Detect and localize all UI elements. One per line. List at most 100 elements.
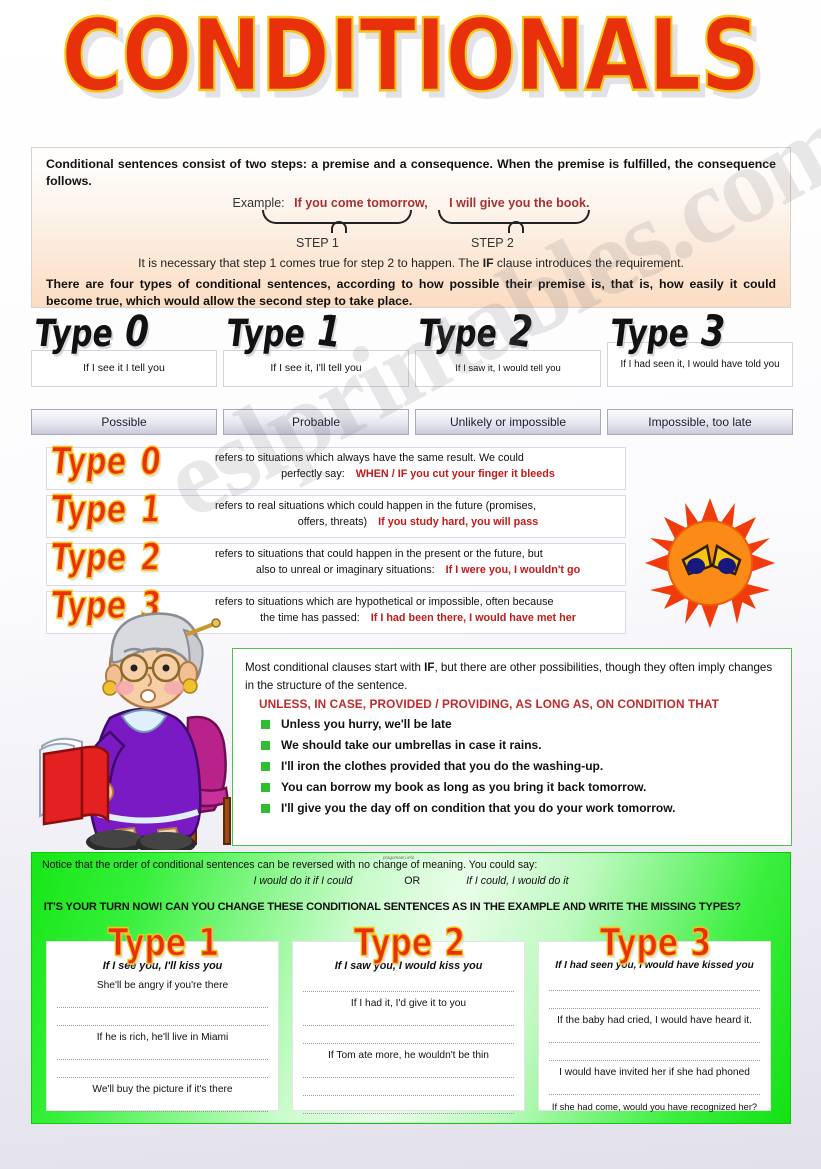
intro-note-b: clause introduces the requirement. (493, 256, 684, 271)
type-heading-0: Type 0 (32, 306, 154, 359)
answer-blank[interactable] (57, 1098, 268, 1112)
answer-blank[interactable] (303, 1030, 514, 1044)
unless-lead-a: Most conditional clauses start with (245, 661, 425, 674)
unless-item-3: You can borrow my book as long as you br… (281, 779, 647, 794)
type-word-0: Type (32, 312, 116, 356)
step2-label: STEP 2 (471, 236, 514, 251)
other-conjunctions-panel: Most conditional clauses start with IF, … (232, 648, 792, 846)
page-title: CONDITIONALS (60, 0, 761, 115)
example-label: Example: (232, 196, 285, 211)
exercise-column-type1: Type 1 If I see you, I'll kiss you She'll… (46, 920, 279, 1112)
explanation-num-1: 1 (138, 486, 164, 532)
exercise-sentence: If I had it, I'd give it to you (350, 998, 467, 1009)
intro-note-a: It is necessary that step 1 comes true f… (138, 256, 483, 271)
answer-blank[interactable] (549, 995, 760, 1009)
type-heading-3: Type 3 (608, 306, 730, 359)
list-item: We should take our umbrellas in case it … (245, 738, 779, 752)
intro-example-row: Example: If you come tomorrow, I will gi… (46, 196, 776, 210)
answer-blank[interactable] (57, 1064, 268, 1078)
practice-section: Notice that the order of conditional sen… (31, 852, 791, 1124)
unless-keywords: UNLESS, IN CASE, PROVIDED / PROVIDING, A… (259, 696, 719, 711)
explanation-text-0: refers to situations which always have t… (215, 451, 621, 482)
square-bullet-icon (261, 782, 270, 792)
answer-blank[interactable] (549, 1029, 760, 1043)
exercise-model-2: If I had seen you, I would have kissed y… (555, 960, 754, 971)
example-step1-text: If you come tomorrow, (294, 196, 428, 211)
step1-label: STEP 1 (296, 236, 339, 251)
exercise-model-1: If I saw you, I would kiss you (334, 960, 483, 972)
exercise-sentence: If she had come, would you have recogniz… (551, 1102, 758, 1112)
answer-blank[interactable] (303, 1012, 514, 1026)
explanation-type-2: Type 2 (48, 534, 214, 580)
answer-blank[interactable] (303, 1082, 514, 1096)
unless-item-1: We should take our umbrellas in case it … (281, 737, 542, 752)
angry-sun-icon (645, 498, 775, 628)
explanation-num-0: 0 (138, 438, 164, 484)
intro-note: It is necessary that step 1 comes true f… (46, 256, 776, 270)
unless-item-2: I'll iron the clothes provided that you … (281, 758, 604, 773)
answer-blank[interactable] (57, 1046, 268, 1060)
brace-step1 (262, 210, 412, 234)
exercise-columns: Type 1 If I see you, I'll kiss you She'll… (46, 919, 778, 1114)
explanation-num-2: 2 (138, 534, 164, 580)
explanation-example-0: WHEN / IF you cut your finger it bleeds (355, 467, 555, 480)
page-title-container: CONDITIONALS (0, 5, 821, 107)
example-step2-text: I will give you the book. (449, 196, 590, 211)
exercise-sentence: If he is rich, he'll live in Miami (96, 1032, 229, 1043)
unless-lead: Most conditional clauses start with IF, … (245, 659, 779, 695)
square-bullet-icon (261, 803, 270, 813)
type-heading-2: Type 2 (416, 306, 538, 359)
exercise-sentence: She'll be angry if you're there (96, 980, 229, 991)
explanation-example-2: If I were you, I wouldn't go (445, 563, 581, 576)
explanation-line1-0: refers to situations which always have t… (215, 452, 524, 464)
type-word-2: Type (416, 312, 500, 356)
explanation-line2-1: offers, threats) If you study hard, you … (215, 515, 621, 531)
type-chance-0: Possible (31, 409, 217, 435)
list-item: You can borrow my book as long as you br… (245, 780, 779, 794)
credit-text: pragomann.info (383, 855, 415, 860)
explanation-row-1: Type 1 refers to real situations which co… (46, 486, 626, 538)
exercise-sentence: If Tom ate more, he wouldn't be thin (328, 1050, 489, 1061)
intro-panel: Conditional sentences consist of two ste… (31, 147, 791, 308)
grandmother-reading-illustration (38, 600, 253, 855)
explanation-text-3: refers to situations which are hypotheti… (215, 595, 621, 626)
type-word-3: Type (608, 312, 692, 356)
explanation-line1-1: refers to real situations which could ha… (215, 500, 537, 512)
reversed-example-b: If I could, I would do it (466, 875, 569, 887)
answer-blank[interactable] (549, 977, 760, 991)
explanation-line1-3: refers to situations which are hypotheti… (215, 596, 554, 608)
unless-item-4: I'll give you the day off on condition t… (281, 800, 676, 815)
explanation-word-0: Type (48, 438, 130, 484)
square-bullet-icon (261, 761, 270, 771)
explanation-line2-2: also to unreal or imaginary situations: … (215, 563, 621, 579)
intro-note-if: IF (482, 256, 494, 271)
answer-blank[interactable] (57, 994, 268, 1008)
square-bullet-icon (261, 719, 270, 729)
answer-blank[interactable] (303, 1100, 514, 1114)
answer-blank[interactable] (303, 978, 514, 992)
explanation-word-1: Type (48, 486, 130, 532)
answer-blank[interactable] (549, 1081, 760, 1095)
explanation-row-2: Type 2 refers to situations that could ha… (46, 534, 626, 586)
explanation-text-1: refers to real situations which could ha… (215, 499, 621, 530)
exercise-column-type3: Type 3 If I had seen you, I would have ki… (538, 920, 771, 1112)
exercise-sentence: I would have invited her if she had phon… (559, 1067, 750, 1078)
type-chance-2: Unlikely or impossible (415, 409, 601, 435)
unless-item-0: Unless you hurry, we'll be late (281, 716, 452, 731)
explanation-line2-pre-3: the time has passed: (260, 611, 360, 624)
intro-line-1: Conditional sentences consist of two ste… (46, 157, 776, 188)
answer-blank[interactable] (549, 1047, 760, 1061)
reversed-example-a: I would do it if I could (253, 875, 353, 887)
answer-blank[interactable] (57, 1012, 268, 1026)
types-strip: Type 0 If I see it I tell you Possible Ty… (31, 306, 793, 437)
unless-example-list: Unless you hurry, we'll be late We shoul… (245, 717, 779, 815)
or-label: OR (404, 875, 421, 887)
explanation-type-1: Type 1 (48, 486, 214, 532)
exercise-model-0: If I see you, I'll kiss you (102, 960, 223, 972)
list-item: I'll iron the clothes provided that you … (245, 759, 779, 773)
intro-line-2: There are four types of conditional sent… (46, 277, 776, 308)
answer-blank[interactable] (303, 1064, 514, 1078)
type-chance-3: Impossible, too late (607, 409, 793, 435)
unless-lead-if: IF (424, 661, 435, 674)
brace-step2 (438, 210, 590, 234)
